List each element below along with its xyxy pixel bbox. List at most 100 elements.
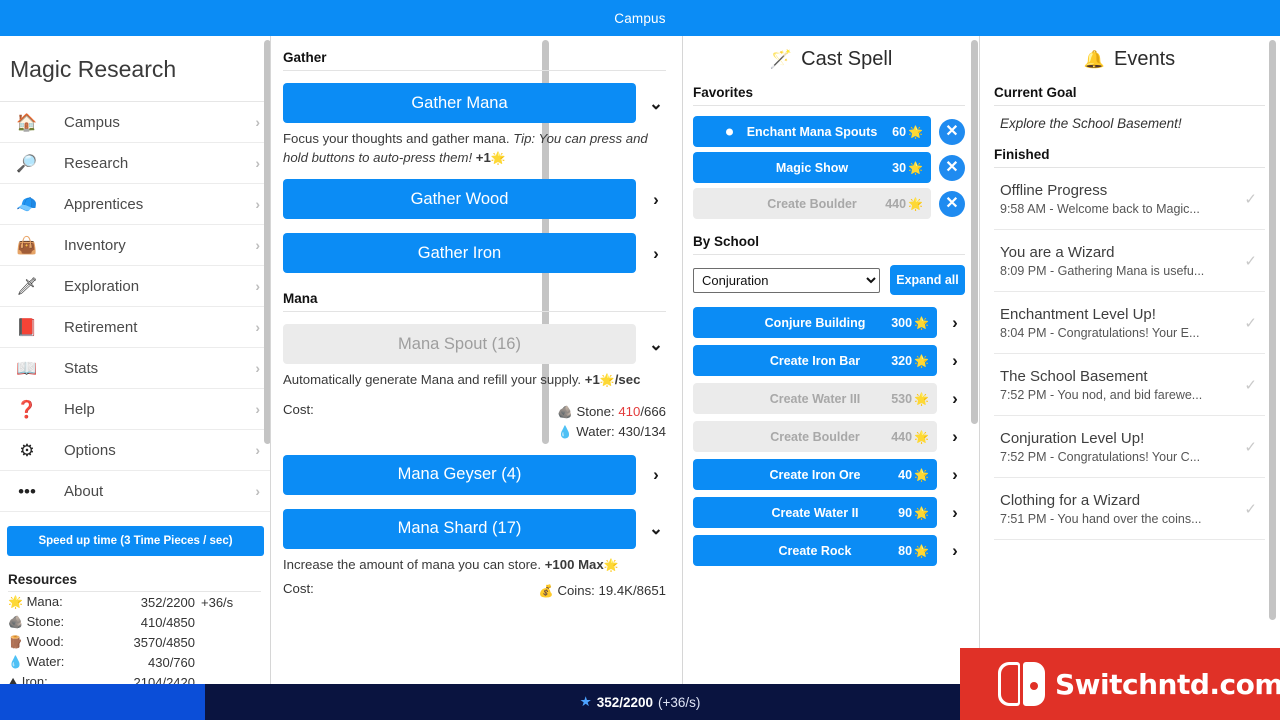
- chevron-right-icon[interactable]: ›: [945, 466, 965, 483]
- cast-spell-panel: 🪄 Cast Spell Favorites Enchant Mana Spou…: [683, 36, 980, 684]
- chevron-right-icon[interactable]: ›: [646, 191, 666, 208]
- spell-button[interactable]: Create Water III 530 🌟: [693, 383, 937, 414]
- event-text: You are a Wizard 8:09 PM - Gathering Mana…: [1000, 244, 1204, 278]
- remove-favorite-button[interactable]: ✕: [939, 190, 965, 217]
- resource-name: 🌟 Mana:: [8, 592, 96, 613]
- chevron-right-icon[interactable]: ›: [646, 466, 666, 483]
- event-item[interactable]: Conjuration Level Up! 7:52 PM - Congratul…: [994, 416, 1265, 478]
- sidebar-item-options[interactable]: ⚙ Options ›: [0, 430, 270, 471]
- resource-rate: +36/s: [201, 594, 234, 610]
- wizard-hat-icon: 🧢: [16, 194, 38, 214]
- spell-button[interactable]: Create Rock 80 🌟: [693, 535, 937, 566]
- mana-spout-desc-text: Automatically generate Mana and refill y…: [283, 372, 585, 388]
- sidebar-item-campus[interactable]: 🏠 Campus ›: [0, 102, 270, 143]
- resource-label: Iron:: [21, 674, 48, 684]
- sidebar-item-label: Options: [64, 441, 116, 459]
- sidebar-item-stats[interactable]: 📖 Stats ›: [0, 348, 270, 389]
- speed-up-time-button[interactable]: Speed up time (3 Time Pieces / sec): [7, 526, 264, 556]
- chevron-down-icon[interactable]: ⌄: [646, 95, 666, 112]
- remove-favorite-button[interactable]: ✕: [939, 154, 965, 181]
- sidebar-item-inventory[interactable]: 👜 Inventory ›: [0, 225, 270, 266]
- spell-cost-value: 530: [891, 391, 913, 406]
- chevron-right-icon[interactable]: ›: [945, 390, 965, 407]
- resource-label: Mana:: [26, 594, 63, 609]
- event-subtitle: 8:04 PM - Congratulations! Your E...: [1000, 326, 1200, 340]
- current-goal-text: Explore the School Basement!: [1000, 116, 1182, 131]
- expand-all-button[interactable]: Expand all: [890, 265, 965, 295]
- event-item[interactable]: Offline Progress 9:58 AM - Welcome back t…: [994, 168, 1265, 230]
- spell-button[interactable]: Create Iron Ore 40 🌟: [693, 459, 937, 490]
- spell-cost: 90 🌟: [898, 506, 929, 520]
- mana-progress-rate: (+36/s): [658, 694, 701, 710]
- remove-favorite-button[interactable]: ✕: [939, 118, 965, 145]
- gather-iron-button[interactable]: Gather Iron: [283, 233, 636, 274]
- sidebar-item-exploration[interactable]: 🗡 Exploration ›: [0, 266, 270, 307]
- chevron-right-icon: ›: [255, 278, 260, 294]
- event-subtitle: 8:09 PM - Gathering Mana is usefu...: [1000, 264, 1205, 278]
- mana-star-icon: 🌟: [914, 543, 929, 558]
- spell-cost: 300 🌟: [891, 316, 929, 330]
- event-title: Enchantment Level Up!: [1000, 306, 1156, 323]
- favorite-spell-button[interactable]: Magic Show 30 🌟: [693, 152, 931, 183]
- chevron-right-icon[interactable]: ›: [945, 314, 965, 331]
- book-icon: 📕: [16, 317, 38, 337]
- sidebar-item-retirement[interactable]: 📕 Retirement ›: [0, 307, 270, 348]
- cast-spell-scrollbar[interactable]: [971, 40, 978, 424]
- gather-wood-button[interactable]: Gather Wood: [283, 179, 636, 220]
- mana-progress-value: 352/2200: [596, 694, 653, 710]
- mana-geyser-button[interactable]: Mana Geyser (4): [283, 454, 636, 495]
- sidebar-item-research[interactable]: 🔎 Research ›: [0, 143, 270, 184]
- mana-shard-button[interactable]: Mana Shard (17): [283, 508, 636, 549]
- event-item[interactable]: Clothing for a Wizard 7:51 PM - You hand …: [994, 478, 1265, 540]
- spell-button[interactable]: Create Boulder 440 🌟: [693, 421, 937, 452]
- mana-spout-button[interactable]: Mana Spout (16): [283, 324, 636, 365]
- sidebar-item-apprentices[interactable]: 🧢 Apprentices ›: [0, 184, 270, 225]
- gather-mana-desc-text: Focus your thoughts and gather mana.: [283, 131, 514, 146]
- gather-mana-button[interactable]: Gather Mana: [283, 83, 636, 123]
- spell-button[interactable]: Conjure Building 300 🌟: [693, 307, 937, 338]
- spell-button[interactable]: Create Water II 90 🌟: [693, 497, 937, 528]
- cost-coins-have: 19.4K: [598, 582, 633, 598]
- gather-mana-gain: +1: [472, 149, 491, 165]
- events-panel: 🔔 Events Current Goal Explore the School…: [980, 36, 1279, 684]
- mana-star-icon: 🌟: [914, 429, 929, 444]
- cost-water-need: /134: [640, 423, 666, 439]
- stone-icon: 🪨: [8, 615, 23, 629]
- water-drop-icon: 💧: [557, 424, 573, 439]
- gather-section-heading: Gather: [283, 36, 666, 71]
- cost-label: Cost:: [283, 580, 314, 596]
- chevron-right-icon[interactable]: ›: [945, 504, 965, 521]
- chevron-right-icon: ›: [255, 442, 260, 458]
- sidebar-item-label: Campus: [64, 113, 120, 131]
- sidebar-scrollbar[interactable]: [264, 40, 270, 444]
- event-item[interactable]: You are a Wizard 8:09 PM - Gathering Mana…: [994, 230, 1265, 292]
- mana-shard-cost: Cost: 💰 Coins: 19.4K/8651: [283, 581, 666, 600]
- school-select[interactable]: Conjuration: [693, 267, 880, 293]
- gather-mana-row: Gather Mana ⌄: [283, 83, 666, 123]
- resource-name: 🪵 Wood:: [8, 632, 96, 652]
- event-item[interactable]: Enchantment Level Up! 8:04 PM - Congratul…: [994, 292, 1265, 354]
- sidebar-item-help[interactable]: ❓ Help ›: [0, 389, 270, 430]
- spell-cost-value: 90: [898, 505, 913, 520]
- chevron-down-icon[interactable]: ⌄: [646, 520, 666, 537]
- chevron-right-icon[interactable]: ›: [646, 245, 666, 262]
- mana-star-icon: 🌟: [914, 467, 929, 482]
- favorite-spell-button[interactable]: Create Boulder 440 🌟: [693, 188, 931, 219]
- chevron-right-icon[interactable]: ›: [945, 542, 965, 559]
- chevron-down-icon[interactable]: ⌄: [646, 336, 666, 353]
- spell-row: Create Iron Bar 320 🌟 ›: [693, 345, 965, 376]
- chevron-right-icon: ›: [255, 319, 260, 335]
- favorite-spell-row: Enchant Mana Spouts 60 🌟 ✕: [693, 116, 965, 147]
- favorite-spell-name: Create Boulder: [767, 196, 857, 211]
- app-title: Magic Research: [10, 56, 177, 82]
- sword-icon: 🗡: [16, 276, 38, 296]
- spell-button[interactable]: Create Iron Bar 320 🌟: [693, 345, 937, 376]
- sidebar-item-about[interactable]: ••• About ›: [0, 471, 270, 512]
- spell-cost-value: 40: [898, 467, 913, 482]
- chevron-right-icon[interactable]: ›: [945, 352, 965, 369]
- favorite-spell-button[interactable]: Enchant Mana Spouts 60 🌟: [693, 116, 931, 147]
- event-item[interactable]: The School Basement 7:52 PM - You nod, an…: [994, 354, 1265, 416]
- chevron-right-icon[interactable]: ›: [945, 428, 965, 445]
- spell-name: Create Iron Ore: [769, 467, 861, 482]
- events-scrollbar[interactable]: [1269, 40, 1276, 620]
